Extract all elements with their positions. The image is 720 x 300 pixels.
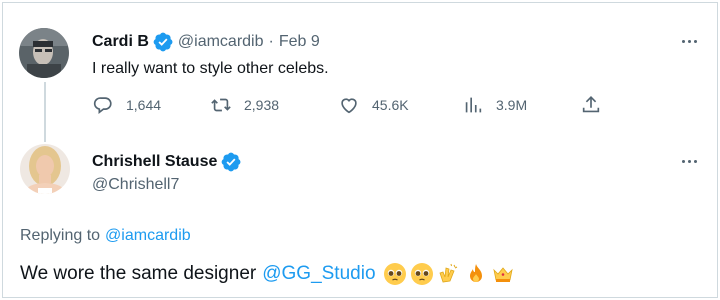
mention-link[interactable]: @GG_Studio bbox=[262, 263, 375, 285]
crown-emoji bbox=[492, 267, 513, 282]
avatar[interactable] bbox=[19, 28, 69, 78]
verified-badge-icon bbox=[222, 152, 241, 172]
author-handle[interactable]: @iamcardib bbox=[178, 33, 264, 51]
clapping-hands-emoji bbox=[439, 263, 457, 283]
tweet-header: Cardi B @iamcardib · Feb 9 bbox=[92, 32, 320, 52]
retweet-icon bbox=[211, 98, 231, 112]
more-options-button[interactable] bbox=[677, 149, 701, 173]
thread-connector bbox=[44, 82, 46, 142]
more-options-button[interactable] bbox=[677, 29, 701, 53]
heart-icon bbox=[341, 98, 357, 114]
dot-icon bbox=[681, 39, 685, 43]
verified-badge-icon bbox=[153, 32, 173, 52]
reply-text: We wore the same designer @GG_Studio bbox=[20, 262, 515, 286]
replying-to-handle-link[interactable]: @iamcardib bbox=[105, 227, 191, 245]
retweet-button[interactable]: 2,938 bbox=[210, 94, 279, 116]
avatar[interactable] bbox=[20, 144, 70, 194]
like-button[interactable]: 45.6K bbox=[338, 94, 409, 116]
dot-icon bbox=[687, 159, 691, 163]
reply-button[interactable]: 1,644 bbox=[92, 94, 161, 116]
dot-icon bbox=[687, 39, 691, 43]
pleading-face-emoji bbox=[383, 263, 406, 285]
dot-icon bbox=[693, 159, 697, 163]
retweet-count: 2,938 bbox=[244, 97, 280, 113]
reply-icon bbox=[93, 97, 112, 115]
tweet-text: I really want to style other celebs. bbox=[92, 60, 329, 77]
fire-emoji bbox=[469, 264, 482, 282]
reply-header: Chrishell Stause bbox=[92, 152, 246, 172]
like-count: 45.6K bbox=[372, 97, 409, 113]
author-name[interactable]: Cardi B bbox=[92, 33, 149, 51]
replying-to: Replying to @iamcardib bbox=[20, 227, 191, 245]
share-icon bbox=[582, 96, 600, 113]
views-button[interactable]: 3.9M bbox=[462, 94, 527, 116]
reply-text-body: We wore the same designer bbox=[20, 263, 257, 284]
reply-count: 1,644 bbox=[126, 97, 162, 113]
emoji-group bbox=[380, 262, 515, 286]
dot-icon bbox=[681, 159, 685, 163]
author-handle[interactable]: @Chrishell7 bbox=[92, 176, 179, 194]
pleading-face-emoji bbox=[410, 263, 433, 285]
share-button[interactable] bbox=[580, 94, 602, 116]
separator-dot: · bbox=[268, 33, 274, 50]
tweet-actions: 1,644 2,938 45.6K 3.9M bbox=[92, 94, 622, 118]
dot-icon bbox=[693, 39, 697, 43]
replying-to-label: Replying to bbox=[20, 227, 101, 244]
tweet-date[interactable]: Feb 9 bbox=[279, 33, 320, 51]
views-chart-icon bbox=[465, 97, 482, 113]
views-count: 3.9M bbox=[496, 97, 528, 113]
author-name[interactable]: Chrishell Stause bbox=[92, 153, 217, 171]
